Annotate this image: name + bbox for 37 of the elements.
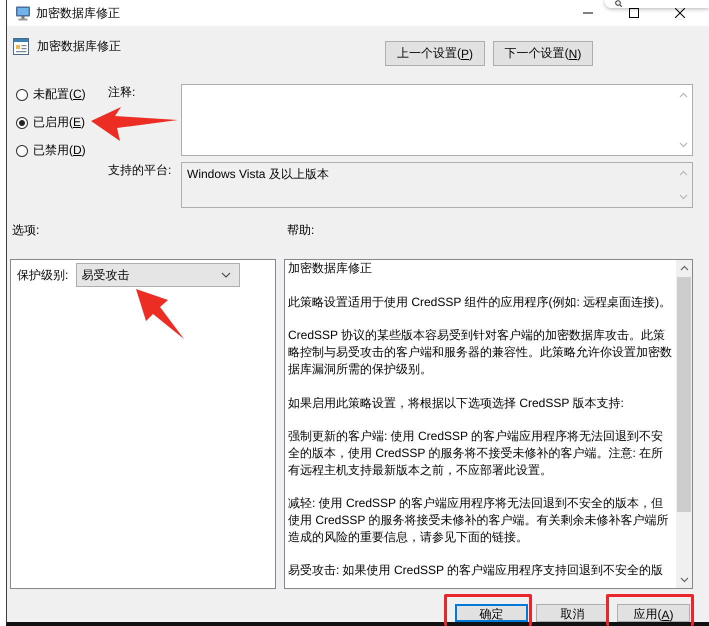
radio-icon[interactable] bbox=[16, 144, 28, 156]
help-paragraph: 此策略设置适用于使用 CredSSP 组件的应用程序(例如: 远程桌面连接)。 bbox=[288, 294, 672, 310]
apply-button[interactable]: 应用(A) bbox=[617, 604, 690, 622]
policy-title: 加密数据库修正 bbox=[37, 38, 121, 54]
scrollbar[interactable] bbox=[676, 260, 692, 588]
help-label: 帮助: bbox=[287, 222, 314, 238]
chevron-down-icon bbox=[221, 272, 232, 278]
comment-label: 注释: bbox=[108, 84, 136, 100]
scroll-up-icon[interactable] bbox=[680, 265, 688, 271]
radio-option[interactable]: 已禁用(D) bbox=[16, 142, 86, 159]
window-icon bbox=[13, 38, 29, 55]
help-paragraph: 如果启用此策略设置，将根据以下选项选择 CredSSP 版本支持: bbox=[288, 394, 625, 412]
protection-level-dropdown[interactable]: 易受攻击 bbox=[76, 263, 240, 287]
maximize-icon[interactable] bbox=[629, 8, 639, 18]
computer-icon bbox=[15, 5, 31, 21]
next-setting-button[interactable]: 下一个设置(N) bbox=[493, 41, 593, 66]
platform-text: Windows Vista 及以上版本 bbox=[187, 167, 329, 181]
help-paragraph: 强制更新的客户端: 使用 CredSSP 的客户端应用程序将无法回退到不安全的版本，使用 CredSSP 的服务将不接受未修补的客户端。注意: 在所有远程主机支持最新版本之前，不应部署此设置。 bbox=[288, 428, 664, 478]
help-paragraph: CredSSP 协议的某些版本容易受到针对客户端的加密数据库攻击。此策略控制与易受攻击的客户端和服务器的兼容性。此策略允许你设置加密数据库漏洞所需的保护级别。 bbox=[288, 327, 672, 378]
help-paragraph: 加密数据库修正 bbox=[288, 260, 373, 277]
scrollbar-thumb[interactable] bbox=[677, 277, 691, 512]
options-label: 选项: bbox=[12, 222, 40, 238]
radio-icon[interactable] bbox=[16, 116, 28, 128]
scroll-down-icon[interactable] bbox=[680, 577, 688, 583]
help-paragraph: 减轻: 使用 CredSSP 的客户端应用程序将无法回退到不安全的版本，但使用 CredSSP 的服务将接受未修补的客户端。有关剩余未修补客户端所造成的风险的重要信息，请参见下面的链接。 bbox=[288, 495, 670, 546]
window-title: 加密数据库修正 bbox=[36, 5, 120, 21]
ok-button[interactable]: 确定 bbox=[455, 604, 528, 622]
search-icon bbox=[615, 0, 622, 7]
radio-option[interactable]: 已启用(E) bbox=[16, 114, 86, 131]
cancel-button[interactable]: 取消 bbox=[536, 604, 609, 622]
radio-icon[interactable] bbox=[16, 88, 28, 100]
platform-label: 支持的平台: bbox=[108, 162, 172, 178]
protection-level-label: 保护级别: bbox=[17, 266, 68, 284]
radio-option[interactable]: 未配置(C) bbox=[16, 86, 86, 103]
close-icon[interactable] bbox=[675, 8, 685, 18]
previous-setting-button[interactable]: 上一个设置(P) bbox=[385, 41, 485, 66]
help-paragraph: 易受攻击: 如果使用 CredSSP 的客户端应用程序支持回退到不安全的版 bbox=[288, 562, 664, 580]
